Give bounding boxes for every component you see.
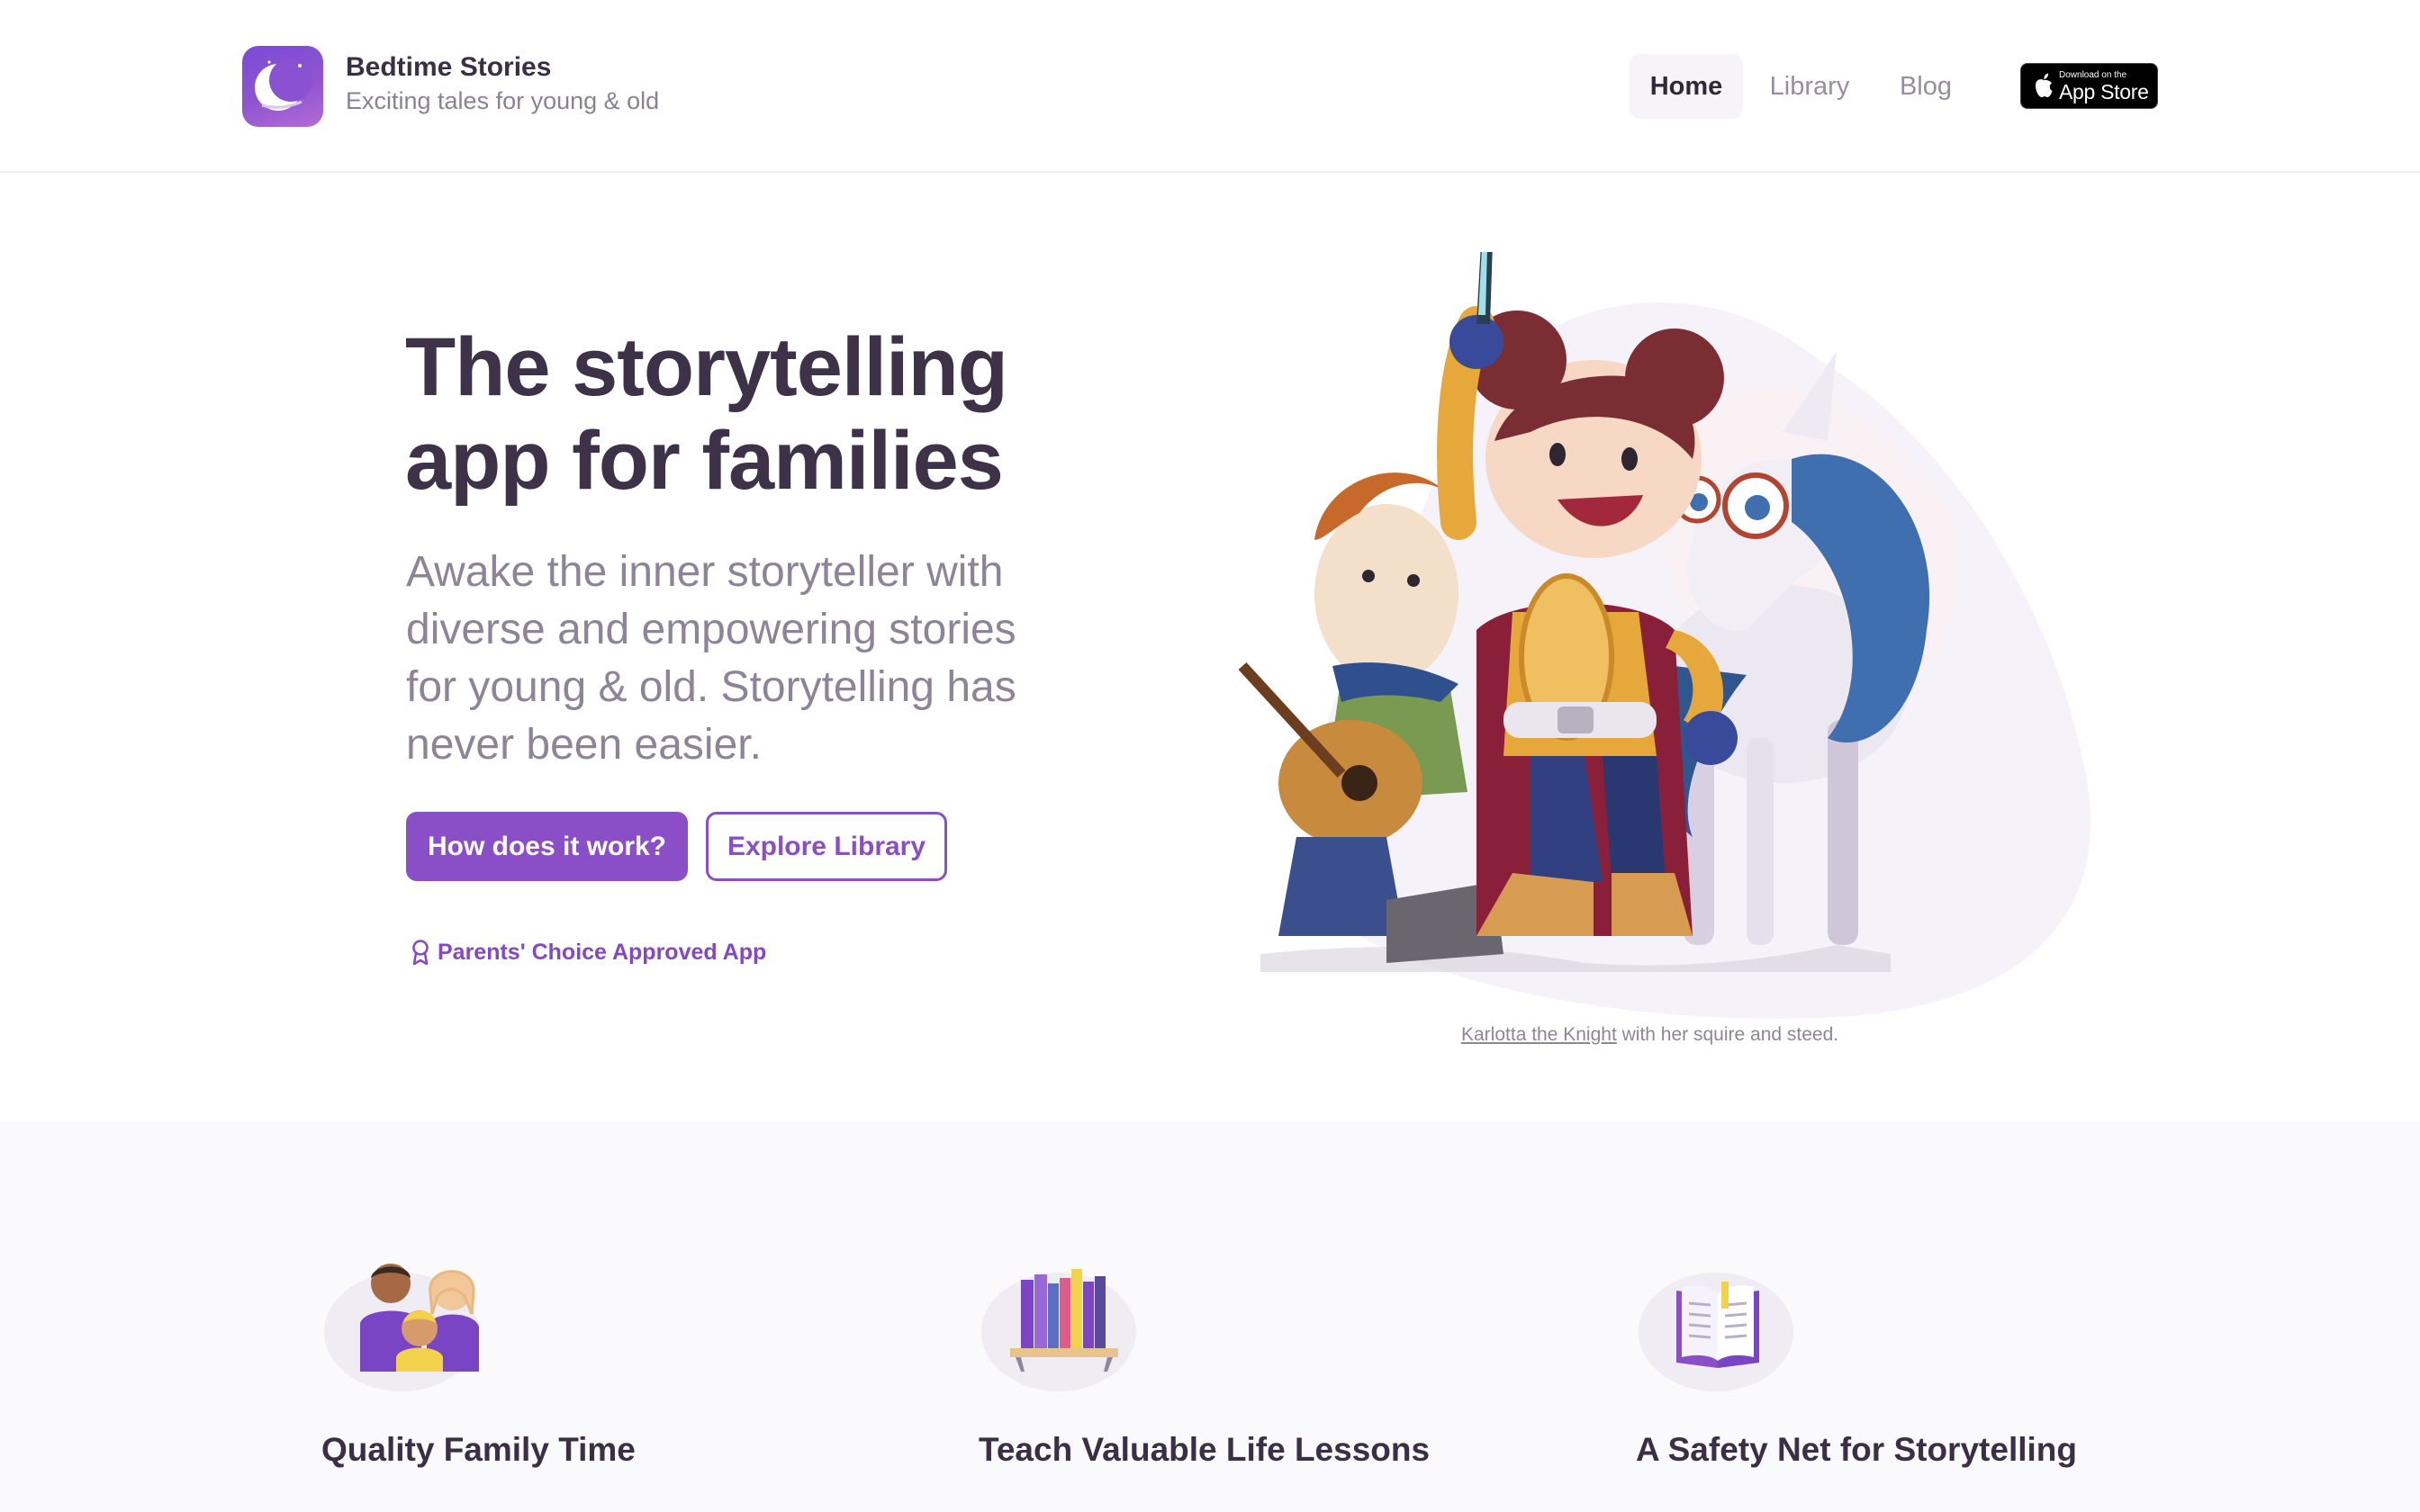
open-book-icon — [1639, 1273, 1793, 1391]
app-store-big-text: App Store — [2059, 80, 2149, 104]
app-logo[interactable] — [242, 46, 323, 127]
karlotta-link[interactable]: Karlotta the Knight — [1461, 1024, 1617, 1045]
nav-library[interactable]: Library — [1756, 54, 1864, 119]
hero-subtitle: Awake the inner storyteller with diverse… — [406, 548, 1016, 769]
crescent-moon-icon — [255, 58, 312, 111]
illustration-caption: Karlotta the Knight with her squire and … — [1461, 1024, 1838, 1046]
feature-title-lessons: Teach Valuable Life Lessons — [979, 1431, 1431, 1468]
app-store-badge[interactable]: Download on the App Store — [2020, 63, 2158, 109]
app-store-small-text: Download on the — [2059, 70, 2127, 80]
how-does-it-work-button[interactable]: How does it work? — [406, 812, 688, 881]
apple-icon — [2036, 73, 2053, 97]
caption-rest: with her squire and steed. — [1616, 1024, 1839, 1045]
brand-name[interactable]: Bedtime Stories — [346, 52, 551, 83]
hero-title-line2: app for families — [405, 415, 1004, 507]
brand-tagline: Exciting tales for young & old — [346, 87, 660, 114]
hero-title-line1: The storytelling — [405, 321, 1008, 413]
feature-title-family: Quality Family Time — [321, 1431, 636, 1468]
family-icon — [324, 1264, 479, 1391]
site-header: Bedtime Stories Exciting tales for young… — [0, 0, 2420, 173]
ribbon-award-icon — [412, 940, 429, 966]
nav-blog[interactable]: Blog — [1887, 54, 1964, 119]
explore-library-button[interactable]: Explore Library — [706, 812, 947, 881]
karlotta-knight-illustration — [1238, 252, 2091, 1019]
feature-title-safety: A Safety Net for Storytelling — [1636, 1431, 2077, 1468]
nav-home[interactable]: Home — [1630, 54, 1743, 119]
bookshelf-icon — [981, 1269, 1136, 1391]
award-text: Parents' Choice Approved App — [438, 939, 767, 965]
parents-choice-award[interactable]: Parents' Choice Approved App — [411, 936, 766, 968]
hero-title: The storytelling app for families — [405, 320, 1089, 508]
